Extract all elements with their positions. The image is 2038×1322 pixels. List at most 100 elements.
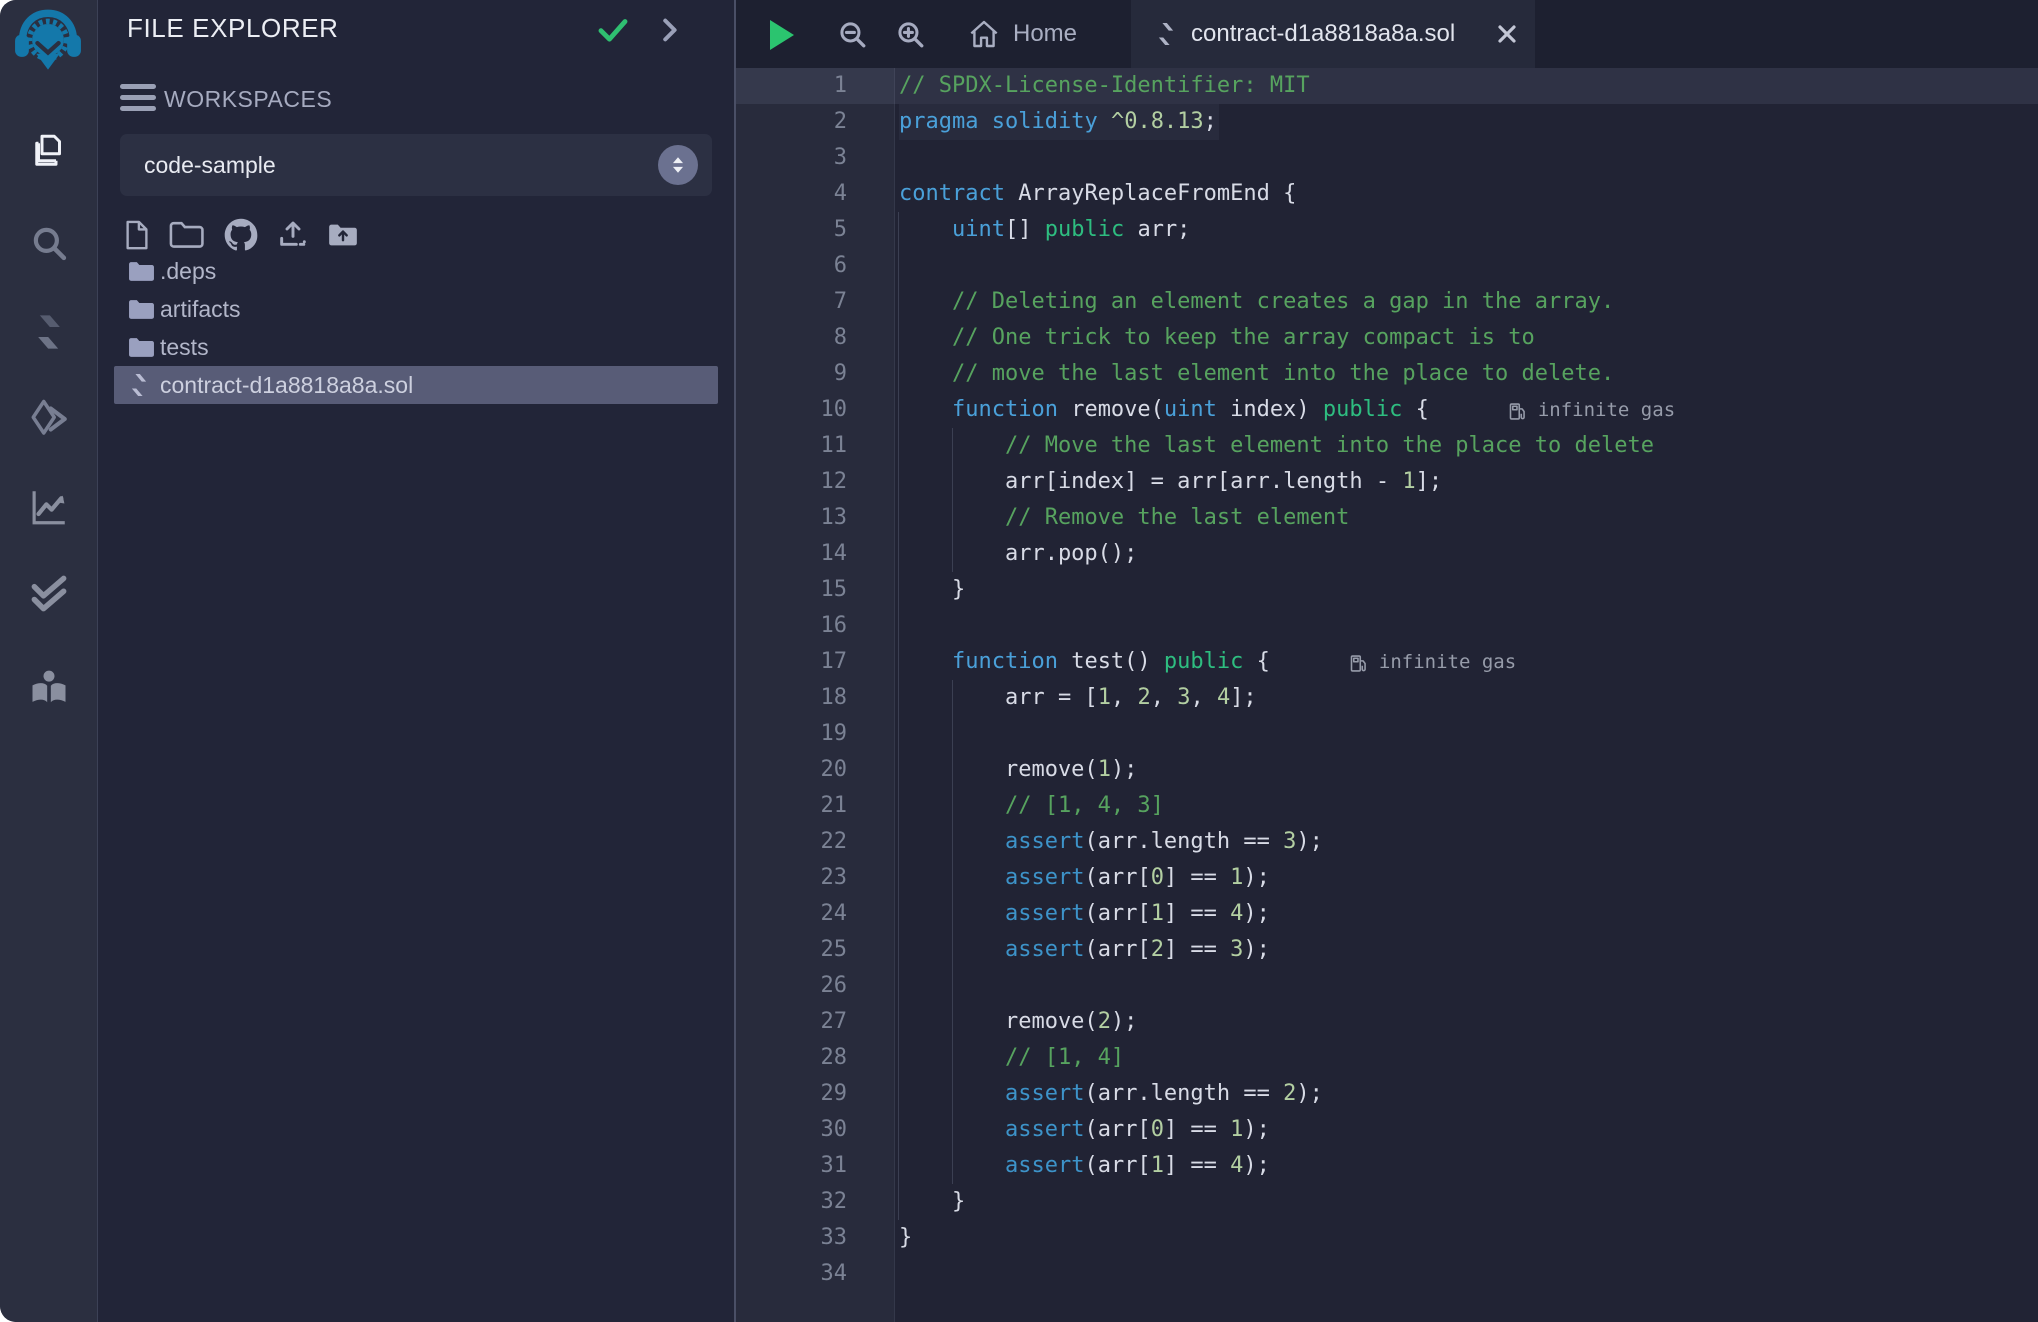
- line-number[interactable]: 17: [736, 644, 847, 680]
- sidebar-item-unit-testing[interactable]: [0, 562, 97, 626]
- code-line-22[interactable]: 22 assert(arr.length == 3);: [736, 824, 2038, 860]
- code-line-34[interactable]: 34: [736, 1256, 2038, 1292]
- line-number[interactable]: 7: [736, 284, 847, 320]
- code-line-18[interactable]: 18 arr = [1, 2, 3, 4];: [736, 680, 2038, 716]
- upload-folder-icon[interactable]: [328, 222, 358, 248]
- github-clone-icon[interactable]: [224, 218, 258, 252]
- sidebar-item-solidity-compiler[interactable]: [0, 300, 97, 364]
- line-number[interactable]: 23: [736, 860, 847, 896]
- line-number[interactable]: 6: [736, 248, 847, 284]
- check-icon[interactable]: [596, 13, 630, 52]
- line-number[interactable]: 12: [736, 464, 847, 500]
- code-line-28[interactable]: 28 // [1, 4]: [736, 1040, 2038, 1076]
- code-line-12[interactable]: 12 arr[index] = arr[arr.length - 1];: [736, 464, 2038, 500]
- code-line-27[interactable]: 27 remove(2);: [736, 1004, 2038, 1040]
- tab-home[interactable]: Home: [954, 0, 1091, 68]
- code-line-32[interactable]: 32 }: [736, 1184, 2038, 1220]
- code-line-16[interactable]: 16: [736, 608, 2038, 644]
- code-line-3[interactable]: 3: [736, 140, 2038, 176]
- code-line-23[interactable]: 23 assert(arr[0] == 1);: [736, 860, 2038, 896]
- line-number[interactable]: 31: [736, 1148, 847, 1184]
- line-number[interactable]: 22: [736, 824, 847, 860]
- line-number[interactable]: 34: [736, 1256, 847, 1292]
- sidebar-item-learneth[interactable]: [0, 657, 97, 721]
- run-script-play-icon[interactable]: [768, 19, 796, 56]
- code-line-15[interactable]: 15 }: [736, 572, 2038, 608]
- code-line-5[interactable]: 5 uint[] public arr;: [736, 212, 2038, 248]
- line-number[interactable]: 19: [736, 716, 847, 752]
- line-number[interactable]: 15: [736, 572, 847, 608]
- code-line-6[interactable]: 6: [736, 248, 2038, 284]
- line-number[interactable]: 30: [736, 1112, 847, 1148]
- tree-item-.deps[interactable]: .deps: [98, 252, 732, 290]
- line-number[interactable]: 13: [736, 500, 847, 536]
- code-line-10[interactable]: 10 function remove(uint index) public {i…: [736, 392, 2038, 428]
- line-number[interactable]: 9: [736, 356, 847, 392]
- code-editor[interactable]: 1// SPDX-License-Identifier: MIT2pragma …: [736, 68, 2038, 1322]
- sidebar-item-deploy-run[interactable]: [0, 387, 97, 451]
- upload-file-icon[interactable]: [277, 219, 309, 251]
- line-number[interactable]: 3: [736, 140, 847, 176]
- new-folder-icon[interactable]: [169, 220, 205, 250]
- tree-item-contract-d1a8818a8a.sol[interactable]: contract-d1a8818a8a.sol: [114, 366, 718, 404]
- line-number[interactable]: 10: [736, 392, 847, 428]
- code-text: arr = [1, 2, 3, 4];: [847, 680, 1257, 716]
- remix-logo-icon[interactable]: [14, 8, 82, 76]
- line-number[interactable]: 32: [736, 1184, 847, 1220]
- zoom-in-icon[interactable]: [894, 18, 927, 56]
- line-number[interactable]: 16: [736, 608, 847, 644]
- line-number[interactable]: 18: [736, 680, 847, 716]
- line-number[interactable]: 33: [736, 1220, 847, 1256]
- line-number[interactable]: 24: [736, 896, 847, 932]
- new-file-icon[interactable]: [124, 220, 150, 250]
- code-line-33[interactable]: 33}: [736, 1220, 2038, 1256]
- code-line-2[interactable]: 2pragma solidity ^0.8.13;: [736, 104, 2038, 140]
- sidebar-item-search[interactable]: [0, 211, 97, 275]
- code-line-4[interactable]: 4contract ArrayReplaceFromEnd {: [736, 176, 2038, 212]
- line-number[interactable]: 28: [736, 1040, 847, 1076]
- sort-arrows-icon[interactable]: [658, 145, 698, 185]
- workspace-select[interactable]: code-sample: [120, 134, 712, 196]
- tree-item-artifacts[interactable]: artifacts: [98, 290, 732, 328]
- code-line-7[interactable]: 7 // Deleting an element creates a gap i…: [736, 284, 2038, 320]
- line-number[interactable]: 26: [736, 968, 847, 1004]
- line-number[interactable]: 21: [736, 788, 847, 824]
- line-number[interactable]: 5: [736, 212, 847, 248]
- code-line-26[interactable]: 26: [736, 968, 2038, 1004]
- code-line-20[interactable]: 20 remove(1);: [736, 752, 2038, 788]
- code-line-13[interactable]: 13 // Remove the last element: [736, 500, 2038, 536]
- line-number[interactable]: 4: [736, 176, 847, 212]
- chevron-right-icon[interactable]: [654, 15, 684, 50]
- code-line-14[interactable]: 14 arr.pop();: [736, 536, 2038, 572]
- workspaces-menu-icon[interactable]: [120, 84, 156, 112]
- code-line-11[interactable]: 11 // Move the last element into the pla…: [736, 428, 2038, 464]
- code-line-19[interactable]: 19: [736, 716, 2038, 752]
- code-line-29[interactable]: 29 assert(arr.length == 2);: [736, 1076, 2038, 1112]
- tree-item-label: .deps: [160, 258, 216, 285]
- code-line-30[interactable]: 30 assert(arr[0] == 1);: [736, 1112, 2038, 1148]
- line-number[interactable]: 1: [736, 68, 847, 104]
- line-number[interactable]: 2: [736, 104, 847, 140]
- sidebar-item-static-analysis[interactable]: [0, 475, 97, 539]
- line-number[interactable]: 11: [736, 428, 847, 464]
- line-number[interactable]: 8: [736, 320, 847, 356]
- code-line-8[interactable]: 8 // One trick to keep the array compact…: [736, 320, 2038, 356]
- gas-estimate-label: infinite gas: [1538, 392, 1675, 428]
- line-number[interactable]: 27: [736, 1004, 847, 1040]
- code-line-1[interactable]: 1// SPDX-License-Identifier: MIT: [736, 68, 2038, 104]
- line-number[interactable]: 14: [736, 536, 847, 572]
- line-number[interactable]: 20: [736, 752, 847, 788]
- code-line-25[interactable]: 25 assert(arr[2] == 3);: [736, 932, 2038, 968]
- line-number[interactable]: 29: [736, 1076, 847, 1112]
- zoom-out-icon[interactable]: [836, 18, 869, 56]
- line-number[interactable]: 25: [736, 932, 847, 968]
- code-line-17[interactable]: 17 function test() public {infinite gas: [736, 644, 2038, 680]
- tree-item-tests[interactable]: tests: [98, 328, 732, 366]
- code-line-21[interactable]: 21 // [1, 4, 3]: [736, 788, 2038, 824]
- close-icon[interactable]: [1495, 22, 1519, 46]
- sidebar-item-file-explorer[interactable]: [0, 120, 97, 184]
- tab-contract-file[interactable]: contract-d1a8818a8a.sol: [1131, 0, 1535, 68]
- code-line-31[interactable]: 31 assert(arr[1] == 4);: [736, 1148, 2038, 1184]
- code-line-9[interactable]: 9 // move the last element into the plac…: [736, 356, 2038, 392]
- code-line-24[interactable]: 24 assert(arr[1] == 4);: [736, 896, 2038, 932]
